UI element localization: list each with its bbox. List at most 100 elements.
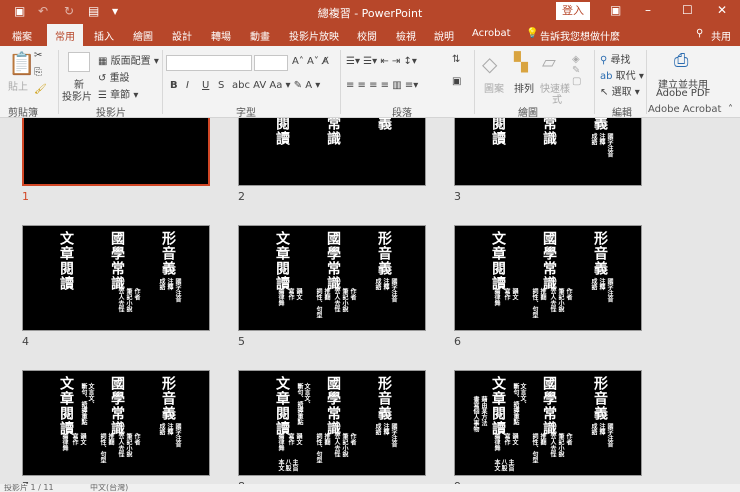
slide-thumbnail[interactable]: 形音義 國學常識 文章閱讀國字注音注釋成語 <box>454 118 642 186</box>
slide-thumbnail[interactable] <box>22 118 210 186</box>
tab-draw[interactable]: 繪圖 <box>133 28 153 43</box>
slide-body-text: 國字注音 <box>174 278 181 302</box>
slide-body-text: 注釋 <box>598 133 605 145</box>
shapes-icon[interactable]: ◇ <box>482 52 497 76</box>
font-size-input[interactable] <box>254 55 288 71</box>
shadow-button[interactable]: S <box>218 80 224 91</box>
cut-icon[interactable]: ✂ <box>34 50 42 61</box>
tab-help[interactable]: 說明 <box>434 28 454 43</box>
quick-styles-icon[interactable]: ▱ <box>542 52 556 73</box>
slide-title-text: 文章閱讀 <box>274 376 290 436</box>
slide-body-text: 筆記小說 <box>341 288 348 312</box>
slide-body-text: 推翻 <box>323 433 330 445</box>
list-icons[interactable]: ☰▾ ☰▾ ⇤ ⇥ ↕▾ <box>346 56 417 67</box>
slide-title-text: 形音義 <box>160 231 176 276</box>
group-paragraph: 段落 <box>392 108 412 119</box>
slide-body-text: 寫作 <box>71 433 78 445</box>
slide-thumbnail[interactable]: 形音義 國學常識 文章閱讀 國字注音 注釋 成語 作者 筆記小說 去人去怪 推翻 詞性、句型 韻文 寫作… <box>238 225 426 331</box>
pdf-share-icon[interactable]: ⎙ <box>674 50 688 71</box>
login-button[interactable]: 登入 <box>556 2 590 20</box>
tab-animations[interactable]: 動畫 <box>250 28 270 43</box>
slide-body-text: 韻文 <box>295 433 302 445</box>
bold-button[interactable]: B <box>170 80 178 91</box>
slide-body-text: 詞性、句型 <box>531 433 538 463</box>
section-button[interactable]: ☰ 章節 ▾ <box>98 86 138 101</box>
slide-body-text: 成語 <box>374 423 381 435</box>
slide-body-text: 主旨 <box>507 459 514 471</box>
paste-button[interactable]: 貼上 <box>8 78 28 93</box>
arrange-button[interactable]: 排列 <box>514 80 534 95</box>
new-slide-button[interactable]: 投影片 <box>62 88 92 103</box>
new-slide-icon[interactable] <box>68 52 90 72</box>
font-grow-icon[interactable]: A˄ A˅ A̸ <box>292 56 329 67</box>
slide-body-text: 筆記小說 <box>125 433 132 457</box>
group-clipboard: 剪貼簿 <box>8 108 38 119</box>
scrollbar[interactable] <box>733 118 740 484</box>
person-icon: ⚲ <box>696 28 704 39</box>
tab-transitions[interactable]: 轉場 <box>211 28 231 43</box>
slide-body-text: 作者 <box>565 288 572 300</box>
tab-home[interactable]: 常用 <box>47 24 83 46</box>
tab-insert[interactable]: 插入 <box>94 28 114 43</box>
slide-thumbnail[interactable]: 形音義 國學常識 文章閱讀 <box>238 118 426 186</box>
slide-thumbnail[interactable]: 形音義 國學常識 文章閱讀 國字注音 注釋 成語 作者 筆記小說 去人去怪 推翻 詞性、句型 韻文 寫作… <box>22 370 210 476</box>
tab-design[interactable]: 設計 <box>172 28 192 43</box>
close-icon[interactable]: ✕ <box>717 3 727 17</box>
replace-icon: ab <box>600 71 613 82</box>
tab-view[interactable]: 檢視 <box>396 28 416 43</box>
arrange-icon[interactable]: ▚ <box>514 52 528 73</box>
shape-fill-icons[interactable]: ◈ ✎ ▢ <box>572 54 581 87</box>
copy-icon[interactable]: ⎘ <box>34 67 42 78</box>
slide-thumbnail[interactable]: 形音義 國學常識 文章閱讀 國字注音 注釋 成語 作者 筆記小說 去人去怪 推翻 詞性、句型 韻文 寫作… <box>454 370 642 476</box>
slide-body-text: 主旨 <box>291 459 298 471</box>
tab-file[interactable]: 檔案 <box>12 28 32 43</box>
slide-thumbnail[interactable]: 形音義 國學常識 文章閱讀 國字注音 注釋 成語 作者 筆記小說 去人去怪 推翻 詞性、句型 韻文 寫作… <box>238 370 426 476</box>
minimize-icon[interactable]: – <box>645 3 651 17</box>
italic-button[interactable]: I <box>186 80 189 91</box>
find-button[interactable]: ⚲ 尋找 <box>600 51 631 66</box>
slide-body-text: 去人去怪 <box>549 433 556 457</box>
collapse-ribbon-icon[interactable]: ˄ <box>728 104 733 115</box>
underline-button[interactable]: U <box>202 80 209 91</box>
tab-slideshow[interactable]: 投影片放映 <box>289 28 339 43</box>
slide-body-text: 論律舞 <box>277 288 284 306</box>
group-drawing: 繪圖 <box>518 108 538 119</box>
slide-body-text: 去人去怪 <box>333 433 340 457</box>
slide-thumbnail[interactable]: 形音義 國學常識 文章閱讀 國字注音 注釋 成語 作者 筆記小說 去人去怪 推翻 詞性、句型 韻文 寫作… <box>454 225 642 331</box>
shapes-button[interactable]: 圖案 <box>484 80 504 95</box>
tab-acrobat[interactable]: Acrobat <box>472 28 511 39</box>
layout-button[interactable]: ▦ 版面配置 ▾ <box>98 52 159 67</box>
slide-body-text: 成語 <box>590 423 597 435</box>
slide-body-text: 韻文 <box>295 288 302 300</box>
slide-body-text: 詞性、句型 <box>531 288 538 318</box>
align-icons[interactable]: ≡ ≡ ≡ ≡ ▥ ≡▾ <box>346 80 418 91</box>
layout-label: 版面配置 <box>110 56 151 67</box>
select-button[interactable]: ↖ 選取 ▾ <box>600 83 640 98</box>
text-direction-icons[interactable]: ⇅ ▣ <box>452 54 461 87</box>
slide-body-text: 本文 <box>493 459 500 471</box>
tab-review[interactable]: 校閱 <box>357 28 377 43</box>
paste-icon[interactable]: 📋 <box>8 52 35 77</box>
format-painter-icon[interactable]: 🖌 <box>34 84 47 95</box>
slide-title-text: 文章閱讀 <box>58 376 74 436</box>
search-icon: ⚲ <box>600 55 608 66</box>
font-effects-icons[interactable]: abc AV Aa ▾ ✎ A ▾ <box>232 80 320 91</box>
replace-button[interactable]: ab 取代 ▾ <box>600 67 644 82</box>
slide-body-text: 成語 <box>158 423 165 435</box>
maximize-icon[interactable]: ☐ <box>682 3 693 17</box>
section-label: 章節 <box>110 90 131 101</box>
language-status[interactable]: 中文(台灣) <box>90 484 128 492</box>
slide-title-text: 國學常識 <box>325 376 341 436</box>
reset-button[interactable]: ↺ 重設 <box>98 69 130 84</box>
font-name-input[interactable] <box>166 55 252 71</box>
share-button[interactable]: 共用 <box>711 28 731 43</box>
slide-body-text: 論律舞 <box>493 288 500 306</box>
group-acrobat: Adobe Acrobat <box>648 104 722 115</box>
slide-thumbnail[interactable]: 形音義 國學常識 文章閱讀 國字注音 注釋 成語 作者 筆記小說 去人去怪 <box>22 225 210 331</box>
reset-label: 重設 <box>109 73 130 84</box>
slide-body-text: 去人去怪 <box>333 288 340 312</box>
ribbon-display-icon[interactable]: ▣ <box>610 3 621 17</box>
slide-body-text: 文言文、 <box>303 383 310 407</box>
slide-body-text: 去人去怪 <box>117 288 124 312</box>
tell-me-search[interactable]: 告訴我您想做什麼 <box>540 28 620 43</box>
